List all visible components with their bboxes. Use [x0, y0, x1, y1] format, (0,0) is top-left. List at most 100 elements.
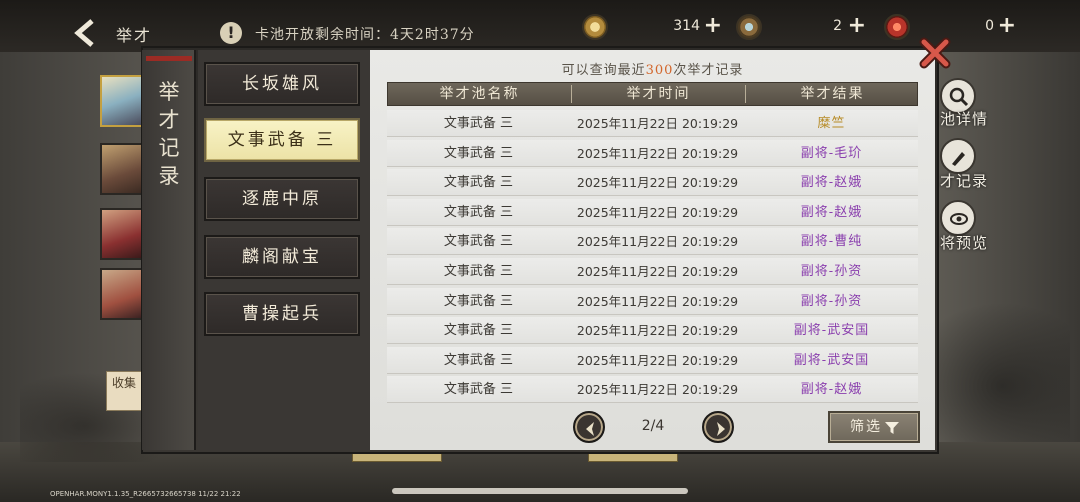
cell-time: 2025年11月22日 20:19:29	[576, 264, 739, 279]
build-info: OPENHAR.MONY1.1.35_R2665732665738 11/22 …	[50, 490, 241, 498]
column-header-pool: 举才池名称	[439, 86, 520, 102]
cell-pool-name: 文事武备 三	[443, 234, 514, 250]
cell-result: 副将-赵娥	[800, 382, 863, 398]
table-row: 文事武备 三 2025年11月22日 20:19:29 副将-毛玠	[387, 139, 918, 167]
jade-value: 0	[985, 18, 994, 34]
close-button[interactable]	[918, 36, 952, 70]
note-count: 300	[645, 63, 674, 78]
category-linge[interactable]: 麟阁献宝	[204, 235, 360, 279]
cell-time: 2025年11月22日 20:19:29	[576, 382, 739, 398]
resource-token: 2 +	[736, 13, 872, 40]
cell-time: 2025年11月22日 20:19:29	[576, 145, 739, 161]
cell-pool-name: 文事武备 三	[443, 116, 514, 131]
add-coin-button[interactable]: +	[704, 13, 722, 38]
cell-pool-name: 文事武备 三	[443, 382, 514, 398]
jade-icon	[884, 14, 910, 40]
modal-title: 举才记录	[158, 80, 180, 188]
cell-result: 副将-孙资	[800, 264, 863, 279]
filter-button[interactable]: 筛选	[828, 411, 920, 443]
cell-pool-name: 文事武备 三	[443, 323, 514, 339]
cell-time: 2025年11月22日 20:19:29	[576, 323, 739, 339]
cell-result: 副将-曹纯	[800, 234, 863, 250]
coin-icon	[582, 14, 608, 40]
cell-result: 副将-赵娥	[800, 175, 863, 191]
cell-result: 副将-毛玠	[800, 145, 863, 161]
hero-portrait[interactable]	[100, 268, 144, 320]
table-row: 文事武备 三 2025年11月22日 20:19:29 副将-武安国	[387, 346, 918, 374]
collect-label: 收集	[111, 376, 136, 390]
token-value: 2	[833, 18, 842, 34]
brush-icon	[952, 152, 965, 166]
table-row: 文事武备 三 2025年11月22日 20:19:29 副将-赵娥	[387, 376, 918, 404]
record-button[interactable]	[940, 138, 976, 174]
record-content: 可以查询最近300次举才记录 举才池名称 举才时间 举才结果 文事武备 三 202…	[370, 50, 935, 450]
page-title: 举才	[116, 26, 153, 45]
cell-time: 2025年11月22日 20:19:29	[576, 204, 739, 220]
cell-pool-name: 文事武备 三	[443, 175, 514, 191]
hero-portrait[interactable]	[100, 208, 144, 260]
close-icon	[919, 37, 951, 69]
preview-button[interactable]	[940, 200, 976, 236]
cell-result: 副将-孙资	[800, 293, 863, 309]
hero-portrait[interactable]	[100, 75, 144, 127]
back-arrow-icon	[74, 19, 94, 47]
table-row: 文事武备 三 2025年11月22日 20:19:29 糜竺	[387, 110, 918, 137]
tab-accent-bar	[146, 56, 192, 61]
modal-side-tab: 举才记录	[142, 50, 196, 450]
table-row: 文事武备 三 2025年11月22日 20:19:29 副将-赵娥	[387, 169, 918, 197]
cell-result: 副将-赵娥	[800, 204, 863, 220]
side-label-pool-detail: 池详情	[940, 110, 989, 128]
table-header: 举才池名称 举才时间 举才结果	[387, 82, 918, 106]
table-row: 文事武备 三 2025年11月22日 20:19:29 副将-孙资	[387, 287, 918, 315]
category-caocao[interactable]: 曹操起兵	[204, 292, 360, 336]
cell-result: 副将-武安国	[793, 323, 870, 339]
next-page-button[interactable]	[702, 411, 734, 443]
category-wenshi-wubei[interactable]: 文事武备 三	[204, 118, 360, 162]
funnel-icon	[885, 422, 899, 434]
add-jade-button[interactable]: +	[998, 13, 1016, 38]
hero-portrait[interactable]	[100, 143, 144, 195]
token-icon	[736, 14, 762, 40]
table-row: 文事武备 三 2025年11月22日 20:19:29 副将-孙资	[387, 258, 918, 285]
side-label-preview: 将预览	[940, 234, 989, 252]
table-row: 文事武备 三 2025年11月22日 20:19:29 副将-曹纯	[387, 228, 918, 256]
cell-time: 2025年11月22日 20:19:29	[576, 234, 739, 250]
coin-value: 314	[673, 18, 700, 34]
resource-jade: 0 +	[884, 13, 1024, 40]
cell-time: 2025年11月22日 20:19:29	[576, 293, 739, 309]
pool-category-list: 长坂雄风 文事武备 三 逐鹿中原 麟阁献宝 曹操起兵	[198, 50, 370, 450]
back-button[interactable]	[72, 18, 108, 48]
resource-coin: 314 +	[582, 13, 730, 40]
collect-badge[interactable]: 收集	[106, 371, 142, 411]
eye-icon	[950, 213, 968, 225]
cell-pool-name: 文事武备 三	[443, 145, 514, 161]
column-header-time: 举才时间	[626, 86, 691, 102]
cell-result: 糜竺	[817, 116, 846, 131]
arrow-left-icon	[586, 422, 594, 436]
table-row: 文事武备 三 2025年11月22日 20:19:29 副将-武安国	[387, 317, 918, 345]
home-indicator[interactable]	[392, 488, 688, 494]
alert-icon: !	[220, 22, 242, 44]
note-prefix: 可以查询最近	[561, 63, 646, 78]
pool-timer-text: 卡池开放剩余时间：4天2时37分	[255, 27, 475, 43]
cell-time: 2025年11月22日 20:19:29	[576, 116, 739, 131]
filter-label: 筛选	[850, 419, 882, 435]
cell-pool-name: 文事武备 三	[443, 352, 514, 368]
magnifier-icon	[949, 87, 969, 107]
category-zhulu[interactable]: 逐鹿中原	[204, 177, 360, 221]
side-label-record: 才记录	[940, 172, 989, 190]
category-changban[interactable]: 长坂雄风	[204, 62, 360, 106]
column-header-result: 举才结果	[800, 86, 865, 102]
add-token-button[interactable]: +	[848, 13, 866, 38]
cell-pool-name: 文事武备 三	[443, 264, 514, 279]
record-limit-note: 可以查询最近300次举才记录	[370, 59, 935, 78]
cell-pool-name: 文事武备 三	[443, 293, 514, 309]
table-row: 文事武备 三 2025年11月22日 20:19:29 副将-赵娥	[387, 198, 918, 226]
note-suffix: 次举才记录	[673, 63, 744, 78]
cell-result: 副将-武安国	[793, 352, 870, 368]
prev-page-button[interactable]	[573, 411, 605, 443]
cell-time: 2025年11月22日 20:19:29	[576, 352, 739, 368]
cell-time: 2025年11月22日 20:19:29	[576, 175, 739, 191]
page-indicator: 2/4	[641, 418, 665, 434]
cell-pool-name: 文事武备 三	[443, 204, 514, 220]
